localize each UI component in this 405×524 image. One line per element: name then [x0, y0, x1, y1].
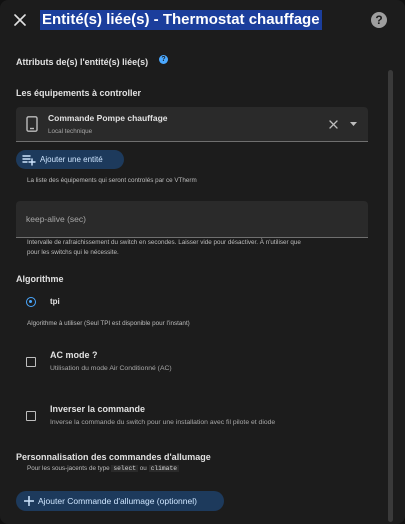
close-icon: [14, 14, 26, 26]
close-icon: [328, 119, 338, 129]
entity-source: Local technique: [48, 128, 93, 135]
inverse-command-label: Inverser la commande: [50, 404, 146, 414]
entity-dropdown-button[interactable]: [347, 117, 359, 131]
add-command-button[interactable]: Ajouter Commande d'allumage (optionnel): [16, 491, 224, 511]
keep-alive-help-line1: Intervalle de rafraichissement du switch…: [27, 239, 301, 246]
ac-mode-label: AC mode ?: [50, 350, 98, 360]
tpi-radio[interactable]: [26, 297, 36, 307]
commands-hint-select: select: [111, 465, 139, 472]
keep-alive-input[interactable]: keep-alive (sec): [16, 201, 368, 238]
add-entity-label: Ajouter une entité: [40, 155, 103, 164]
entity-name: Commande Pompe chauffage: [48, 113, 168, 123]
dialog-header: Entité(s) liée(s) - Thermostat chauffage…: [0, 0, 405, 40]
help-icon[interactable]: ?: [371, 12, 387, 28]
keep-alive-help-line2: pour les switchs qui le nécessite.: [27, 249, 119, 256]
commands-title: Personnalisation des commandes d'allumag…: [16, 452, 211, 462]
keep-alive-placeholder: keep-alive (sec): [26, 214, 86, 224]
inverse-command-description: Inverse la commande du switch pour une i…: [50, 419, 276, 426]
scrollbar[interactable]: [388, 70, 393, 522]
inverse-command-checkbox[interactable]: [26, 411, 36, 421]
commands-hint: Pour les sous-jacents de type select ou …: [27, 465, 180, 472]
commands-hint-or: ou: [139, 465, 147, 472]
entity-dialog: Entité(s) liée(s) - Thermostat chauffage…: [0, 0, 405, 524]
equipments-title: Les équipements à controller: [16, 88, 142, 98]
tpi-label: tpi: [50, 297, 60, 306]
plus-icon: [24, 496, 34, 506]
equipments-help: La liste des équipements qui seront cont…: [27, 177, 197, 184]
ac-mode-description: Utilisation du mode Air Conditionné (AC): [50, 365, 172, 372]
entity-picker[interactable]: Commande Pompe chauffage Local technique: [16, 107, 368, 142]
close-button[interactable]: [8, 8, 32, 32]
phone-switch-icon: [26, 116, 38, 132]
dialog-title: Entité(s) liée(s) - Thermostat chauffage: [40, 10, 322, 30]
info-icon[interactable]: ?: [159, 55, 168, 64]
playlist-add-icon: [22, 154, 36, 166]
ac-mode-checkbox[interactable]: [26, 357, 36, 367]
algorithm-help: Algorithme à utiliser (Seul TPI est disp…: [27, 320, 190, 327]
linked-attributes-title: Attributs de(s) l'entité(s) liée(s): [16, 57, 149, 67]
add-entity-button[interactable]: Ajouter une entité: [16, 150, 124, 169]
commands-hint-climate: climate: [148, 465, 180, 472]
caret-down-icon: [349, 121, 357, 126]
algorithm-title: Algorithme: [16, 274, 64, 284]
commands-hint-prefix: Pour les sous-jacents de type: [27, 465, 110, 472]
add-command-label: Ajouter Commande d'allumage (optionnel): [38, 496, 197, 506]
clear-entity-button[interactable]: [326, 117, 340, 131]
